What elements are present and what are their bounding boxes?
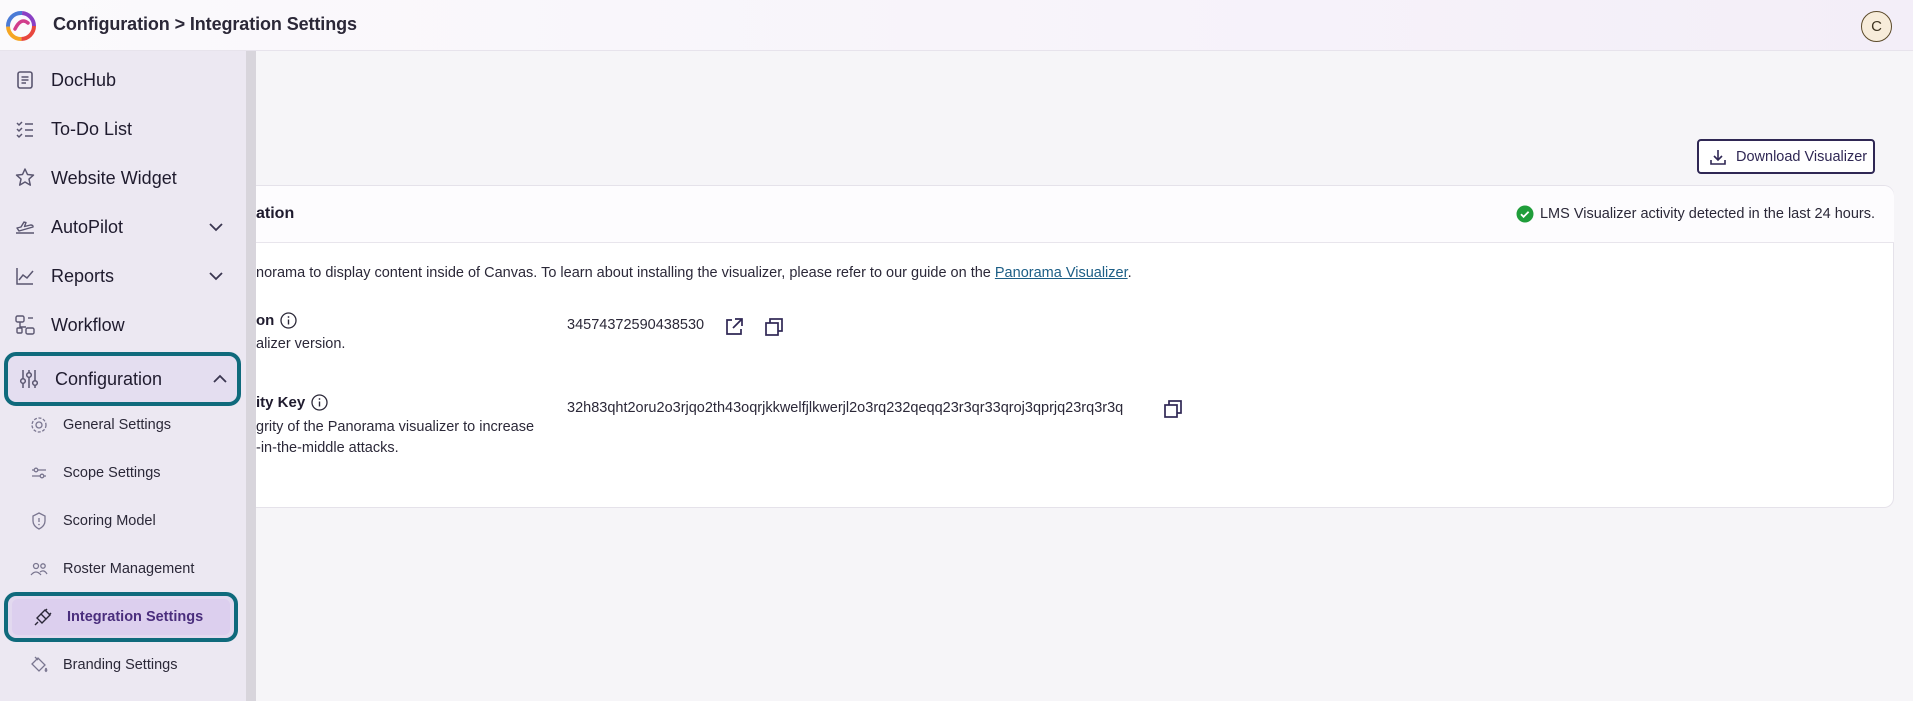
sidebar-subitem-integration-settings[interactable]: Integration Settings [4,592,238,642]
version-label: on [256,312,297,329]
integration-card: ation LMS Visualizer activity detected i… [256,185,1894,508]
sidebar-item-autopilot[interactable]: AutoPilot [0,205,240,249]
activity-status: LMS Visualizer activity detected in the … [1516,205,1875,223]
chart-icon [16,268,34,285]
info-icon[interactable] [311,394,328,411]
sidebar-subitem-scope-settings[interactable]: Scope Settings [0,453,240,493]
sidebar-subitem-label: Scope Settings [63,465,161,481]
sliders-icon [19,370,39,388]
download-visualizer-button[interactable]: Download Visualizer [1697,139,1875,174]
download-icon [1710,150,1726,165]
external-link-icon[interactable] [723,316,745,338]
sidebar-subitem-label: Branding Settings [63,657,178,673]
security-key-value: 32h83qht2oru2o3rjqo2th43oqrjkkwelfjlkwer… [567,400,1124,416]
security-key-help-line-1: grity of the Panorama visualizer to incr… [256,419,535,435]
card-description: norama to display content inside of Canv… [256,265,1132,281]
sidebar-item-dochub[interactable]: DocHub [0,58,240,102]
sidebar-subitem-label: Scoring Model [63,513,156,529]
sidebar-item-workflow[interactable]: Workflow [0,303,240,347]
info-icon[interactable] [280,312,297,329]
sidebar-item-label: Website Widget [51,167,177,188]
sidebar-item-label: Configuration [55,368,163,389]
sidebar-item-label: DocHub [51,69,117,90]
users-icon [30,562,48,576]
workflow-icon [15,315,35,335]
top-bar: Configuration > Integration Settings C [0,0,1913,51]
app-logo-icon[interactable] [4,9,38,43]
version-label-text: on [256,312,275,329]
card-header: ation LMS Visualizer activity detected i… [256,186,1894,243]
sidebar-item-reports[interactable]: Reports [0,254,240,298]
card-title: ation [256,205,295,222]
sidebar-subitem-label: Roster Management [63,561,195,577]
sidebar-item-label: Workflow [51,314,125,335]
airplane-icon [16,221,34,234]
description-prefix: norama to display content inside of Canv… [256,265,995,281]
sidebar-subitem-roster-management[interactable]: Roster Management [0,549,240,589]
version-value: 34574372590438530 [567,317,705,333]
security-key-help-line-2: -in-the-middle attacks. [256,440,399,456]
chevron-up-icon[interactable] [210,369,230,389]
gear-icon [31,417,47,433]
security-key-label-text: ity Key [256,394,306,411]
sidebar-item-configuration[interactable]: Configuration [4,352,241,406]
sidebar-item-label: Reports [51,265,115,286]
chevron-down-icon[interactable] [206,217,226,237]
scope-icon [32,467,46,479]
sidebar-scrollbar[interactable] [246,51,256,701]
sidebar-subitem-label: Integration Settings [67,609,204,625]
scoring-icon [32,512,46,530]
description-suffix: . [1127,265,1132,281]
sidebar-item-website-widget[interactable]: Website Widget [0,156,240,200]
sidebar-subitem-scoring-model[interactable]: Scoring Model [0,501,240,541]
sidebar-item-label: AutoPilot [51,216,124,237]
widget-icon [15,168,35,186]
sidebar-subitem-general-settings[interactable]: General Settings [0,405,240,445]
plug-icon [34,608,52,626]
version-help: alizer version. [256,336,346,352]
breadcrumb: Configuration > Integration Settings [53,14,357,34]
copy-icon[interactable] [763,316,785,338]
document-icon [17,71,33,89]
user-avatar[interactable]: C [1861,11,1892,42]
security-key-label: ity Key [256,394,328,411]
copy-icon[interactable] [1162,398,1184,420]
check-circle-icon [1516,205,1534,223]
sidebar-subitem-label: General Settings [63,417,172,433]
sidebar-item-label: To-Do List [51,118,133,139]
checklist-icon [16,121,33,139]
paint-icon [31,656,48,673]
activity-status-text: LMS Visualizer activity detected in the … [1539,206,1875,222]
download-visualizer-label: Download Visualizer [1736,149,1868,165]
sidebar-item-todo-list[interactable]: To-Do List [0,107,240,151]
sidebar-subitem-branding-settings[interactable]: Branding Settings [0,645,240,685]
panorama-visualizer-link[interactable]: Panorama Visualizer [995,265,1128,281]
chevron-down-icon[interactable] [206,266,226,286]
